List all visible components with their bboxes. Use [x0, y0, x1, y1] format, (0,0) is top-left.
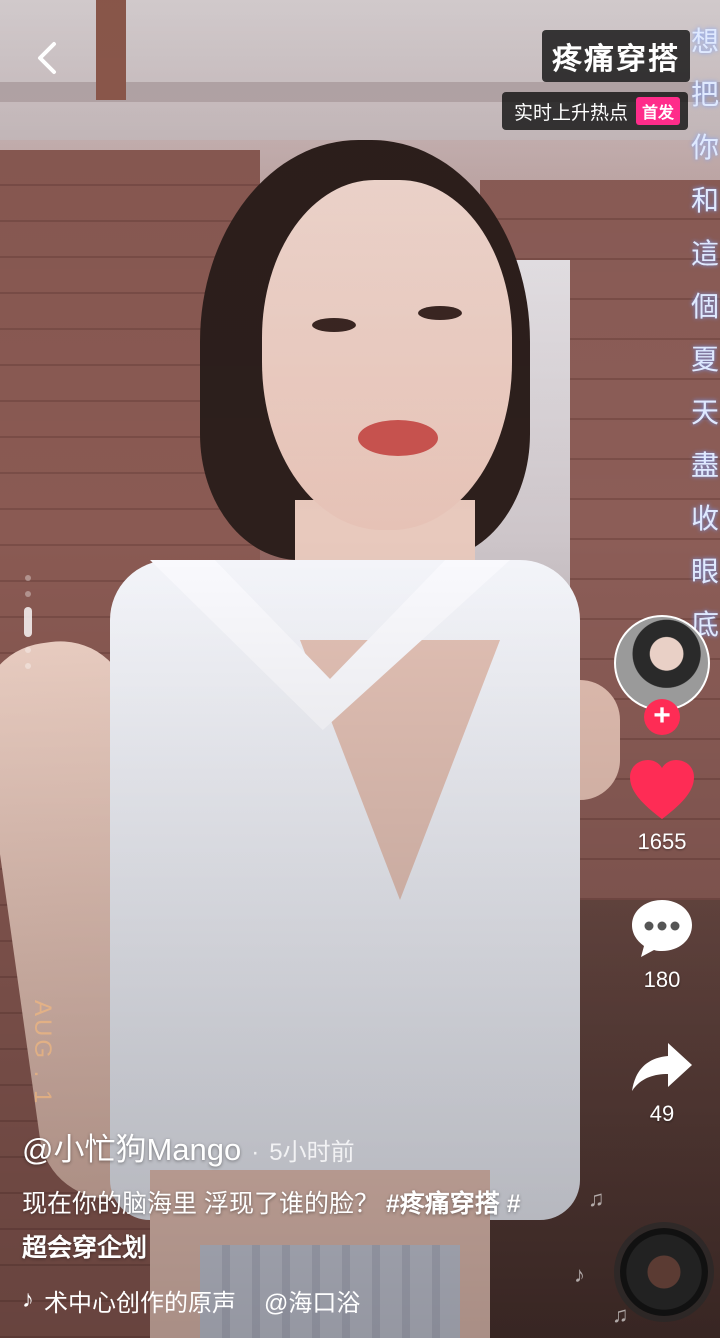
lyric-char: 天: [690, 396, 719, 429]
author-name[interactable]: @小忙狗Mango: [22, 1124, 241, 1169]
chevron-left-icon: [38, 42, 56, 74]
first-release-badge: 首发: [635, 97, 680, 125]
scroll-dot: [25, 591, 31, 597]
film-date-stamp: AUG . 1: [29, 1000, 56, 1107]
floating-note-icon: ♫: [588, 1186, 605, 1211]
heart-icon: [630, 760, 694, 819]
lyric-char: 眼: [690, 555, 719, 588]
share-count: 49: [649, 1101, 675, 1126]
comment-icon: [632, 900, 692, 957]
comment-button[interactable]: 180: [629, 897, 695, 993]
music-title: 术中心创作的原声: [44, 1289, 236, 1317]
rising-hotspot-badge[interactable]: 实时上升热点 首发: [501, 92, 688, 130]
scroll-indicator: [24, 575, 32, 669]
scroll-dot: [25, 663, 31, 669]
hashtag-link[interactable]: #疼痛穿搭: [386, 1190, 500, 1218]
back-button[interactable]: [28, 38, 68, 78]
share-icon: [632, 1043, 692, 1091]
share-button[interactable]: 49: [630, 1041, 694, 1127]
scroll-dot: [25, 647, 31, 653]
floating-note-icon: ♪: [574, 1262, 585, 1287]
hot-topic-tag[interactable]: 疼痛穿搭: [542, 30, 690, 82]
lyric-char: 盡: [690, 449, 719, 482]
lyric-char: 把: [690, 78, 719, 111]
music-credit: @海口浴: [264, 1289, 361, 1317]
music-note-icon: ♪: [22, 1286, 34, 1313]
author-line: @小忙狗Mango · 5小时前: [22, 1124, 355, 1169]
follow-button[interactable]: +: [644, 699, 680, 735]
avatar[interactable]: [614, 615, 710, 711]
lyric-char: 想: [690, 25, 719, 58]
post-caption: 现在你的脑海里 浮现了谁的脸？ #疼痛穿搭 #超会穿企划: [22, 1182, 542, 1270]
floating-note-icon: ♫: [612, 1302, 629, 1327]
time-separator: ·: [251, 1139, 260, 1166]
music-info[interactable]: ♪ 术中心创作的原声 @海口浴: [22, 1280, 422, 1320]
lyric-char: 你: [690, 131, 719, 164]
post-time: 5小时前: [269, 1139, 355, 1166]
vertical-lyric-text: 想 把 你 和 這 個 夏 天 盡 收 眼 底: [690, 22, 720, 645]
lyric-char: 這: [690, 237, 719, 270]
lyric-char: 和: [690, 184, 719, 217]
lyric-char: 個: [690, 290, 719, 323]
scroll-active-bar: [24, 607, 32, 637]
like-button[interactable]: 1655: [628, 759, 696, 855]
scroll-dot: [25, 575, 31, 581]
author-avatar-button[interactable]: +: [614, 615, 710, 735]
caption-text: 现在你的脑海里 浮现了谁的脸？: [22, 1190, 386, 1218]
rising-hotspot-label: 实时上升热点: [513, 102, 628, 124]
lyric-char: 夏: [690, 343, 719, 376]
comment-count: 180: [643, 967, 681, 992]
video-screen[interactable]: AUG . 1 想 把 你 和 這 個 夏 天 盡 收 眼 底 疼痛穿搭 实时上…: [0, 0, 720, 1338]
action-rail: + 1655 180 49: [612, 615, 712, 1127]
lyric-char: 收: [690, 502, 719, 535]
like-count: 1655: [637, 829, 687, 854]
music-disc-button[interactable]: [620, 1228, 708, 1316]
